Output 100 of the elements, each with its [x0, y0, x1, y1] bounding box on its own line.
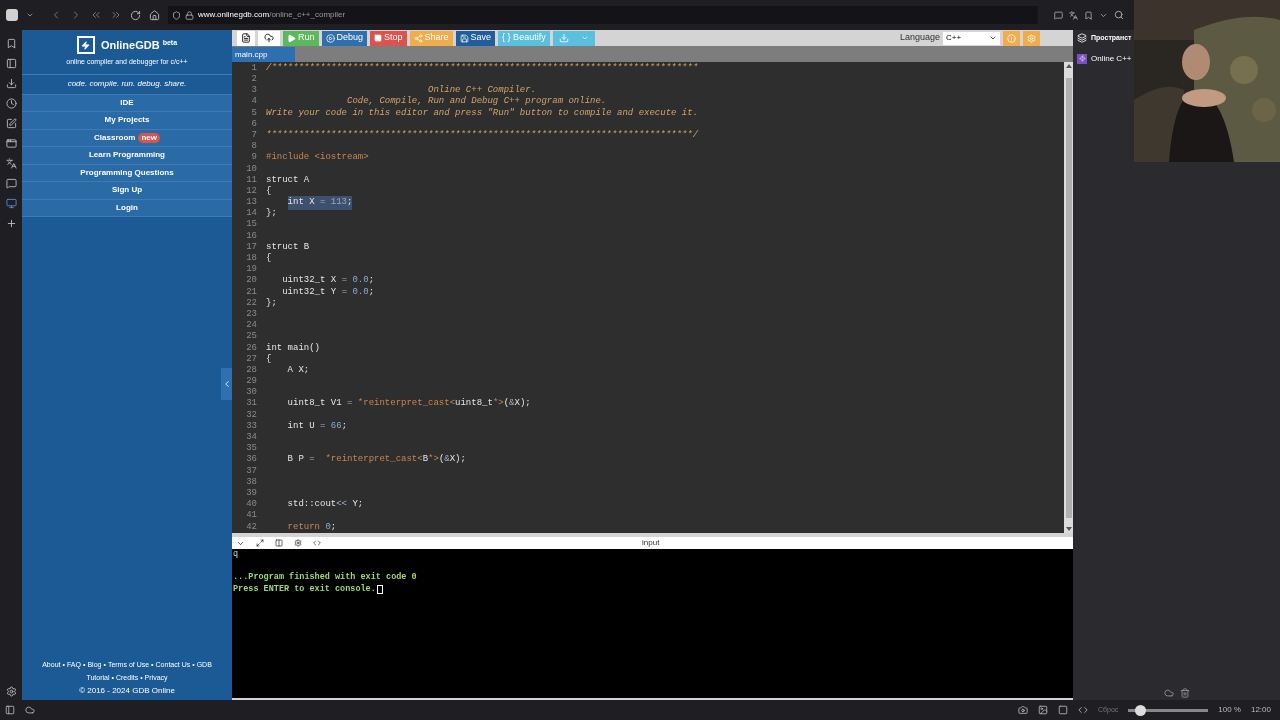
file-icon — [241, 33, 251, 43]
info-icon — [1007, 33, 1016, 43]
code-line: return 0; — [286, 520, 337, 534]
line-number: 1 — [250, 61, 257, 75]
line-number: 8 — [250, 140, 257, 153]
code-line: #include <iostream> — [266, 151, 369, 165]
nav-link[interactable]: My Projects — [22, 112, 232, 130]
code-line: std::cout<< Y; — [286, 498, 364, 512]
line-number: 5 — [250, 106, 257, 120]
notes-icon[interactable] — [5, 118, 17, 129]
nav-link[interactable]: Login — [22, 199, 232, 217]
search-icon[interactable] — [1114, 10, 1124, 20]
panel-toggle-icon[interactable] — [5, 705, 15, 715]
line-number: 4 — [250, 95, 257, 109]
line-number: 6 — [250, 117, 257, 131]
line-number: 29 — [245, 375, 257, 388]
code-icon[interactable] — [1077, 705, 1088, 715]
new-badge: new — [138, 132, 160, 143]
language-select[interactable]: C++ — [943, 31, 1000, 45]
line-number: 37 — [245, 464, 257, 478]
camera-icon[interactable] — [1017, 705, 1028, 715]
line-number: 15 — [245, 218, 257, 232]
expand-icon[interactable] — [256, 539, 264, 547]
save-button[interactable]: Save — [455, 30, 496, 46]
code-icon[interactable] — [313, 539, 321, 547]
code-line: A X; — [286, 363, 310, 377]
line-number: 35 — [245, 442, 257, 455]
line-number: 26 — [245, 341, 257, 355]
history-icon[interactable] — [5, 98, 17, 109]
trash-icon[interactable] — [1180, 688, 1190, 698]
browser-logo-icon[interactable] — [6, 9, 18, 21]
download-icon — [558, 33, 569, 43]
brand-name: OnlineGDB $^{beta}$ — [100, 37, 178, 53]
url-text: www.onlinegdb.com/online_c++_compiler — [198, 9, 346, 21]
panel-tab[interactable]: Online C++ — [1077, 51, 1132, 66]
file-tab[interactable]: main.cpp — [232, 47, 295, 62]
nav-link[interactable]: IDE — [22, 94, 232, 112]
bookmark-icon[interactable] — [1084, 10, 1093, 20]
panel-icon[interactable] — [5, 58, 17, 69]
line-number: 31 — [245, 397, 257, 411]
zoom-slider-thumb[interactable] — [1135, 704, 1147, 716]
nav-link[interactable]: Sign Up — [22, 182, 232, 200]
download-icon[interactable] — [5, 78, 17, 89]
fast-forward-icon[interactable] — [110, 9, 122, 21]
cloud-upload-icon — [264, 33, 274, 43]
translate-icon[interactable] — [5, 158, 17, 169]
console-line: q — [233, 549, 239, 561]
chat-icon[interactable] — [1054, 10, 1063, 20]
rewind-icon[interactable] — [90, 9, 102, 21]
code-line: Write your code in this editor and press "Run" button to compile and execute it. — [266, 106, 699, 120]
stop-icon — [374, 34, 383, 42]
nav-link[interactable]: Classroom new — [22, 129, 232, 147]
line-number: 36 — [245, 453, 257, 467]
line-number: 11 — [245, 173, 257, 187]
language-label: Language — [899, 31, 940, 45]
tiling-icon[interactable] — [1057, 705, 1068, 715]
nav-link[interactable]: Programming Questions — [22, 164, 232, 182]
caret-icon — [989, 34, 997, 42]
code-line: }; — [266, 207, 277, 221]
line-number: 38 — [245, 475, 257, 489]
line-number: 42 — [245, 520, 257, 534]
code-line: Online C++ Compiler. — [427, 84, 537, 96]
line-number: 30 — [245, 386, 257, 399]
layout-icon[interactable] — [275, 539, 283, 547]
line-number: 19 — [245, 263, 257, 276]
debug-button[interactable]: Debug — [321, 30, 368, 46]
add-panel-icon[interactable] — [5, 218, 17, 229]
bookmark-icon[interactable] — [5, 38, 17, 49]
cloud-icon[interactable] — [1164, 688, 1174, 698]
window-icon[interactable] — [5, 138, 17, 149]
nav-link[interactable]: Learn Programming — [22, 147, 232, 165]
debug-icon — [325, 33, 335, 43]
line-number: 27 — [245, 352, 257, 366]
line-number: 25 — [245, 330, 257, 344]
code-line: B P = *reinterpret_cast<B*>(&X); — [286, 453, 466, 467]
line-number: 28 — [245, 363, 257, 377]
line-number: 34 — [245, 431, 257, 444]
line-number: 9 — [250, 151, 257, 165]
home-icon[interactable] — [149, 9, 160, 21]
new-file-button[interactable] — [237, 30, 255, 46]
settings-icon — [1027, 33, 1036, 43]
address-bar[interactable]: www.onlinegdb.com/online_c++_compiler — [168, 6, 1038, 24]
app-icon[interactable] — [5, 198, 17, 209]
cloud-icon[interactable] — [25, 705, 35, 715]
upload-button[interactable] — [258, 30, 280, 46]
copyright: © 2016 - 2024 GDB Online — [79, 685, 175, 697]
line-number: 41 — [245, 509, 257, 523]
translate-icon[interactable] — [1069, 10, 1078, 20]
line-number: 7 — [250, 128, 257, 142]
stop-button[interactable]: Stop — [370, 30, 407, 46]
reload-icon[interactable] — [130, 9, 141, 21]
caret-icon[interactable] — [26, 11, 34, 19]
layers-icon — [1077, 33, 1087, 44]
image-icon[interactable] — [1037, 705, 1048, 715]
chat-icon[interactable] — [5, 178, 17, 189]
code-line: { — [266, 252, 272, 266]
code-line: int main() — [266, 341, 320, 354]
settings-icon[interactable] — [5, 686, 17, 697]
settings-icon[interactable] — [294, 539, 302, 547]
line-number: 23 — [245, 307, 257, 321]
